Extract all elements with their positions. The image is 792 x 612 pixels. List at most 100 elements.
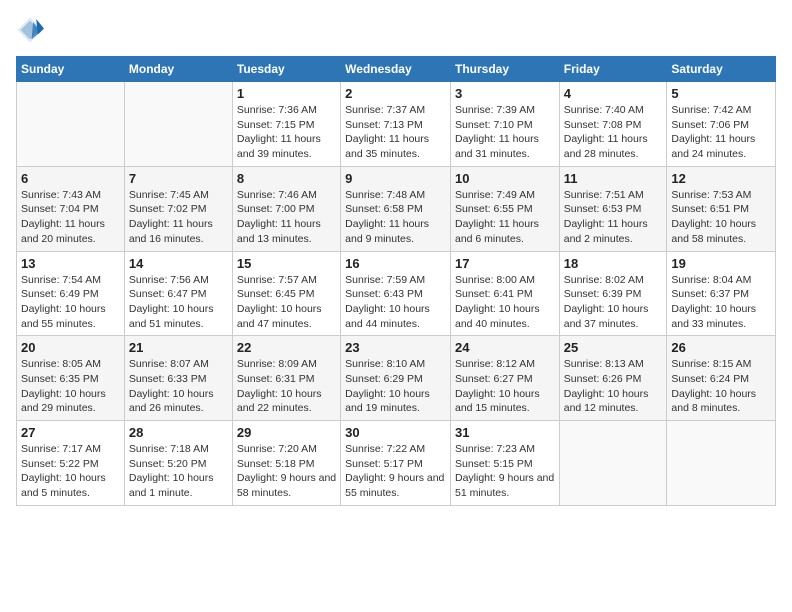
day-info: Sunrise: 7:36 AM Sunset: 7:15 PM Dayligh… <box>237 103 336 162</box>
calendar-cell <box>559 421 667 506</box>
calendar-table: SundayMondayTuesdayWednesdayThursdayFrid… <box>16 56 776 506</box>
weekday-header-thursday: Thursday <box>450 57 559 82</box>
calendar-cell: 28 Sunrise: 7:18 AM Sunset: 5:20 PM Dayli… <box>124 421 232 506</box>
day-info: Sunrise: 7:54 AM Sunset: 6:49 PM Dayligh… <box>21 273 120 332</box>
day-info: Sunrise: 7:37 AM Sunset: 7:13 PM Dayligh… <box>345 103 446 162</box>
logo <box>16 16 48 44</box>
day-info: Sunrise: 8:04 AM Sunset: 6:37 PM Dayligh… <box>671 273 771 332</box>
calendar-cell: 3 Sunrise: 7:39 AM Sunset: 7:10 PM Daylig… <box>450 82 559 167</box>
day-info: Sunrise: 7:22 AM Sunset: 5:17 PM Dayligh… <box>345 442 446 501</box>
calendar-cell: 25 Sunrise: 8:13 AM Sunset: 6:26 PM Dayli… <box>559 336 667 421</box>
day-number: 25 <box>564 340 663 355</box>
calendar-cell: 31Sunrise: 7:23 AM Sunset: 5:15 PM Dayli… <box>450 421 559 506</box>
day-number: 4 <box>564 86 663 101</box>
calendar-cell: 7 Sunrise: 7:45 AM Sunset: 7:02 PM Daylig… <box>124 166 232 251</box>
calendar-cell: 14 Sunrise: 7:56 AM Sunset: 6:47 PM Dayli… <box>124 251 232 336</box>
week-row-3: 13Sunrise: 7:54 AM Sunset: 6:49 PM Dayli… <box>17 251 776 336</box>
day-number: 9 <box>345 171 446 186</box>
day-info: Sunrise: 8:15 AM Sunset: 6:24 PM Dayligh… <box>671 357 771 416</box>
day-info: Sunrise: 7:18 AM Sunset: 5:20 PM Dayligh… <box>129 442 228 501</box>
day-info: Sunrise: 7:48 AM Sunset: 6:58 PM Dayligh… <box>345 188 446 247</box>
day-number: 16 <box>345 256 446 271</box>
day-number: 6 <box>21 171 120 186</box>
weekday-header-monday: Monday <box>124 57 232 82</box>
calendar-cell: 12 Sunrise: 7:53 AM Sunset: 6:51 PM Dayli… <box>667 166 776 251</box>
week-row-5: 27 Sunrise: 7:17 AM Sunset: 5:22 PM Dayli… <box>17 421 776 506</box>
day-number: 8 <box>237 171 336 186</box>
day-number: 20 <box>21 340 120 355</box>
day-info: Sunrise: 8:12 AM Sunset: 6:27 PM Dayligh… <box>455 357 555 416</box>
weekday-header-sunday: Sunday <box>17 57 125 82</box>
weekday-header-wednesday: Wednesday <box>341 57 451 82</box>
day-info: Sunrise: 8:05 AM Sunset: 6:35 PM Dayligh… <box>21 357 120 416</box>
day-info: Sunrise: 7:39 AM Sunset: 7:10 PM Dayligh… <box>455 103 555 162</box>
day-number: 15 <box>237 256 336 271</box>
day-number: 21 <box>129 340 228 355</box>
day-info: Sunrise: 7:56 AM Sunset: 6:47 PM Dayligh… <box>129 273 228 332</box>
calendar-cell: 27 Sunrise: 7:17 AM Sunset: 5:22 PM Dayli… <box>17 421 125 506</box>
day-info: Sunrise: 7:17 AM Sunset: 5:22 PM Dayligh… <box>21 442 120 501</box>
calendar-cell: 23 Sunrise: 8:10 AM Sunset: 6:29 PM Dayli… <box>341 336 451 421</box>
day-number: 30 <box>345 425 446 440</box>
calendar-cell: 9 Sunrise: 7:48 AM Sunset: 6:58 PM Daylig… <box>341 166 451 251</box>
weekday-header-tuesday: Tuesday <box>232 57 340 82</box>
calendar-cell: 26 Sunrise: 8:15 AM Sunset: 6:24 PM Dayli… <box>667 336 776 421</box>
day-info: Sunrise: 7:43 AM Sunset: 7:04 PM Dayligh… <box>21 188 120 247</box>
day-number: 11 <box>564 171 663 186</box>
calendar-cell: 11 Sunrise: 7:51 AM Sunset: 6:53 PM Dayli… <box>559 166 667 251</box>
day-info: Sunrise: 7:42 AM Sunset: 7:06 PM Dayligh… <box>671 103 771 162</box>
day-number: 3 <box>455 86 555 101</box>
calendar-cell <box>17 82 125 167</box>
day-number: 23 <box>345 340 446 355</box>
day-number: 18 <box>564 256 663 271</box>
day-info: Sunrise: 7:59 AM Sunset: 6:43 PM Dayligh… <box>345 273 446 332</box>
day-info: Sunrise: 7:57 AM Sunset: 6:45 PM Dayligh… <box>237 273 336 332</box>
weekday-header-friday: Friday <box>559 57 667 82</box>
calendar-cell: 5Sunrise: 7:42 AM Sunset: 7:06 PM Daylig… <box>667 82 776 167</box>
weekday-header-saturday: Saturday <box>667 57 776 82</box>
calendar-cell: 10 Sunrise: 7:49 AM Sunset: 6:55 PM Dayli… <box>450 166 559 251</box>
day-number: 22 <box>237 340 336 355</box>
day-info: Sunrise: 8:10 AM Sunset: 6:29 PM Dayligh… <box>345 357 446 416</box>
calendar-cell: 17Sunrise: 8:00 AM Sunset: 6:41 PM Dayli… <box>450 251 559 336</box>
day-info: Sunrise: 8:00 AM Sunset: 6:41 PM Dayligh… <box>455 273 555 332</box>
calendar-cell: 8 Sunrise: 7:46 AM Sunset: 7:00 PM Daylig… <box>232 166 340 251</box>
week-row-1: 1 Sunrise: 7:36 AM Sunset: 7:15 PM Daylig… <box>17 82 776 167</box>
calendar-cell: 21 Sunrise: 8:07 AM Sunset: 6:33 PM Dayli… <box>124 336 232 421</box>
day-info: Sunrise: 7:49 AM Sunset: 6:55 PM Dayligh… <box>455 188 555 247</box>
day-number: 14 <box>129 256 228 271</box>
page-header <box>16 16 776 44</box>
day-number: 2 <box>345 86 446 101</box>
day-info: Sunrise: 7:20 AM Sunset: 5:18 PM Dayligh… <box>237 442 336 501</box>
logo-icon <box>16 16 44 44</box>
calendar-cell: 20 Sunrise: 8:05 AM Sunset: 6:35 PM Dayli… <box>17 336 125 421</box>
day-info: Sunrise: 8:13 AM Sunset: 6:26 PM Dayligh… <box>564 357 663 416</box>
day-number: 26 <box>671 340 771 355</box>
day-number: 10 <box>455 171 555 186</box>
week-row-2: 6 Sunrise: 7:43 AM Sunset: 7:04 PM Daylig… <box>17 166 776 251</box>
calendar-cell: 24Sunrise: 8:12 AM Sunset: 6:27 PM Dayli… <box>450 336 559 421</box>
day-info: Sunrise: 7:40 AM Sunset: 7:08 PM Dayligh… <box>564 103 663 162</box>
calendar-cell <box>667 421 776 506</box>
calendar-cell: 2 Sunrise: 7:37 AM Sunset: 7:13 PM Daylig… <box>341 82 451 167</box>
calendar-cell: 29Sunrise: 7:20 AM Sunset: 5:18 PM Dayli… <box>232 421 340 506</box>
weekday-header-row: SundayMondayTuesdayWednesdayThursdayFrid… <box>17 57 776 82</box>
day-info: Sunrise: 7:53 AM Sunset: 6:51 PM Dayligh… <box>671 188 771 247</box>
day-number: 27 <box>21 425 120 440</box>
calendar-cell: 22Sunrise: 8:09 AM Sunset: 6:31 PM Dayli… <box>232 336 340 421</box>
day-info: Sunrise: 7:46 AM Sunset: 7:00 PM Dayligh… <box>237 188 336 247</box>
day-info: Sunrise: 7:23 AM Sunset: 5:15 PM Dayligh… <box>455 442 555 501</box>
calendar-cell: 30 Sunrise: 7:22 AM Sunset: 5:17 PM Dayli… <box>341 421 451 506</box>
calendar-cell: 1 Sunrise: 7:36 AM Sunset: 7:15 PM Daylig… <box>232 82 340 167</box>
calendar-cell: 13Sunrise: 7:54 AM Sunset: 6:49 PM Dayli… <box>17 251 125 336</box>
day-number: 1 <box>237 86 336 101</box>
day-number: 12 <box>671 171 771 186</box>
calendar-cell: 6 Sunrise: 7:43 AM Sunset: 7:04 PM Daylig… <box>17 166 125 251</box>
day-info: Sunrise: 8:07 AM Sunset: 6:33 PM Dayligh… <box>129 357 228 416</box>
calendar-cell: 15 Sunrise: 7:57 AM Sunset: 6:45 PM Dayli… <box>232 251 340 336</box>
day-info: Sunrise: 7:45 AM Sunset: 7:02 PM Dayligh… <box>129 188 228 247</box>
day-number: 7 <box>129 171 228 186</box>
day-info: Sunrise: 8:02 AM Sunset: 6:39 PM Dayligh… <box>564 273 663 332</box>
day-number: 28 <box>129 425 228 440</box>
day-info: Sunrise: 7:51 AM Sunset: 6:53 PM Dayligh… <box>564 188 663 247</box>
